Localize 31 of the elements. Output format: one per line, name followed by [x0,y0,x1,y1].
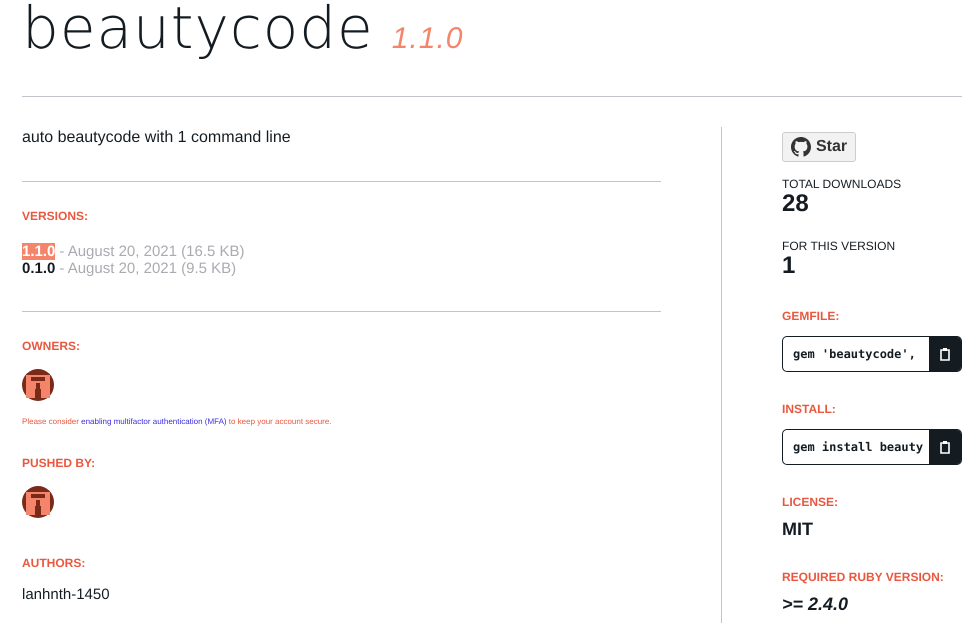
version-link[interactable]: 0.1.0 [22,260,56,277]
version-details: - August 20, 2021 (16.5 KB) [59,243,244,260]
avatar-icon[interactable] [22,486,54,518]
stat-label: FOR THIS VERSION [782,239,896,253]
copy-button[interactable] [929,337,961,371]
section-heading: GEMFILE: [782,309,840,323]
avatar-icon[interactable] [22,369,54,401]
license-value: MIT [782,519,814,540]
download-count: 28 [782,191,810,217]
copy-button[interactable] [929,430,961,464]
section-heading: PUSHED BY: [22,456,96,470]
mfa-notice: Please consider enabling multifactor authentication (MFA) to keep your account secure. [22,417,333,426]
stat-label: TOTAL DOWNLOADS [782,177,902,191]
download-count: 1 [782,253,796,279]
gem-description: auto beautycode with 1 command line [22,129,292,147]
section-heading: AUTHORS: [22,556,86,570]
section-heading: VERSIONS: [22,209,90,223]
ruby-version: >= 2.4.0 [782,594,850,615]
section-heading: INSTALL: [782,402,837,416]
section-heading: LICENSE: [782,495,840,509]
section-heading: REQUIRED RUBY VERSION: [782,570,945,584]
section-heading: OWNERS: [22,339,81,353]
clipboard-icon [939,347,951,361]
clipboard-icon [939,440,951,454]
gem-title: beautycode [22,0,374,62]
mfa-link[interactable]: enabling multifactor authentication (MFA) [81,417,227,426]
gem-version: 1.1.0 [392,22,464,56]
star-button[interactable]: Star [782,132,856,162]
version-details: - August 20, 2021 (9.5 KB) [59,260,236,277]
github-icon [791,137,811,157]
author-name: lanhnth-1450 [22,586,111,603]
